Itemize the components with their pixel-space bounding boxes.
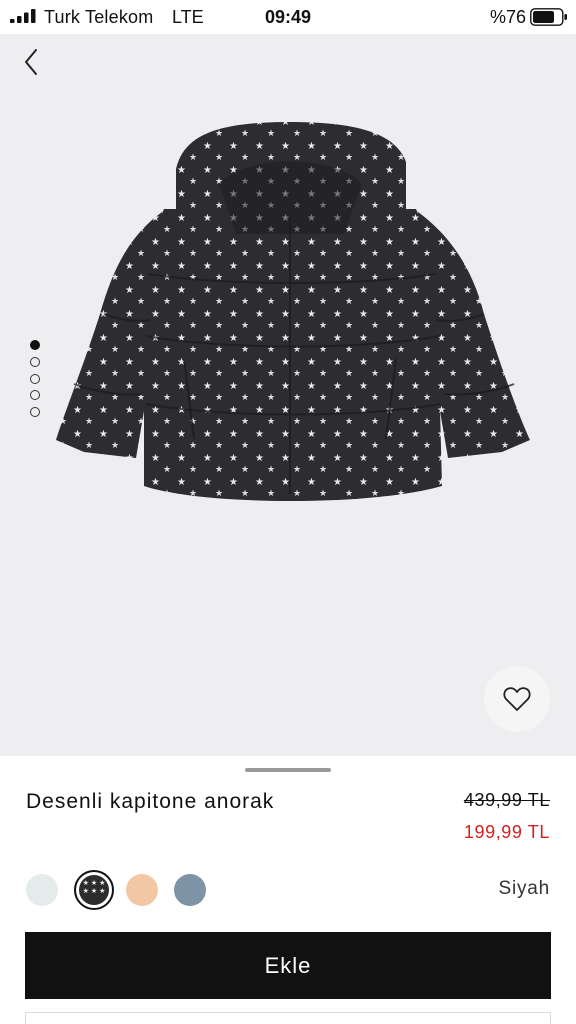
wishlist-button[interactable] <box>484 666 550 732</box>
battery-percent: %76 <box>489 7 526 27</box>
selected-color-name: Siyah <box>498 878 550 899</box>
carousel-dot[interactable] <box>30 356 40 367</box>
heart-icon <box>503 687 531 711</box>
add-to-cart-button[interactable]: Ekle <box>25 932 551 999</box>
carousel-indicator[interactable] <box>30 340 42 424</box>
battery-icon <box>530 8 567 26</box>
carousel-dot[interactable] <box>30 373 40 384</box>
product-image: ★ ★ <box>56 122 530 501</box>
sheet-drag-handle[interactable] <box>245 768 331 772</box>
carousel-dot[interactable] <box>30 407 40 418</box>
carousel-dot[interactable] <box>30 340 40 350</box>
product-details-sheet: Desenli kapitone anorak 439,99 TL 199,99… <box>0 756 576 1024</box>
color-swatch[interactable] <box>126 874 158 906</box>
color-swatch[interactable]: ★ ★ ★ ★ ★ ★ <box>74 870 114 910</box>
product-gallery[interactable]: ★ ★ <box>0 34 576 756</box>
color-swatch[interactable] <box>174 874 206 906</box>
sale-price: 199,99 TL <box>463 822 550 842</box>
product-title: Desenli kapitone anorak <box>26 790 275 813</box>
status-bar: Turk Telekom LTE 09:49 %76 <box>0 0 576 34</box>
carousel-dot[interactable] <box>30 390 40 401</box>
original-price: 439,99 TL <box>463 790 550 810</box>
color-swatch[interactable] <box>26 874 58 906</box>
size-selector-edge <box>25 1012 551 1024</box>
back-icon[interactable] <box>16 46 48 78</box>
